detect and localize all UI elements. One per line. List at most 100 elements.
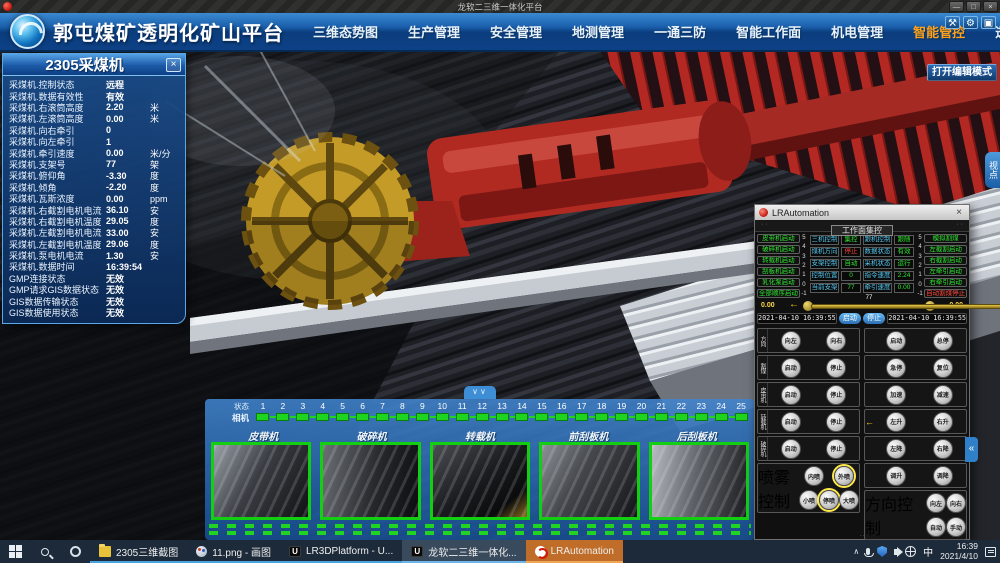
lr-tab-workface[interactable]: 工作面集控 [831, 225, 893, 236]
stack-button[interactable]: 右牵引启动 [924, 278, 967, 287]
taskbar-item[interactable]: 龙软二三维一体化... [402, 540, 525, 563]
menu-item[interactable]: 机电管理 [816, 22, 898, 41]
round-button[interactable]: 启动 [781, 412, 801, 432]
round-button[interactable]: 启动 [781, 358, 801, 378]
tray-date: 2021/4/10 [940, 551, 978, 561]
round-button[interactable]: 复位 [933, 358, 953, 378]
menu-item[interactable]: 安全管理 [475, 22, 557, 41]
close-button[interactable]: × [983, 1, 998, 12]
round-button[interactable]: 减速 [933, 385, 953, 405]
cortana-button[interactable] [60, 540, 90, 563]
pill-stop-button[interactable]: 停止 [863, 313, 885, 324]
round-button[interactable]: 右降 [933, 439, 953, 459]
maximize-button[interactable]: □ [966, 1, 981, 12]
camera-feed[interactable] [320, 442, 420, 520]
round-button[interactable]: 左降 [886, 439, 906, 459]
stack-button[interactable]: 破碎机启动 [757, 245, 800, 254]
round-button[interactable]: 总停 [933, 331, 953, 351]
round-button[interactable]: 停止 [826, 412, 846, 432]
round-button[interactable]: 调升 [886, 466, 906, 486]
stack-button[interactable]: 左截割启动 [924, 245, 967, 254]
camera-feed[interactable] [539, 442, 639, 520]
position-slider[interactable]: 77 [803, 299, 935, 311]
round-button[interactable]: 向右 [946, 493, 966, 513]
round-button[interactable]: 启动 [781, 439, 801, 459]
channel-status-led [416, 413, 429, 421]
round-button[interactable]: 加速 [886, 385, 906, 405]
round-button[interactable]: 停止 [826, 385, 846, 405]
round-button[interactable]: 小喷 [799, 490, 819, 510]
telemetry-value: 2.20 [106, 102, 150, 112]
menu-item[interactable]: 地测管理 [557, 22, 639, 41]
stack-button[interactable]: 皮带机启动 [757, 234, 800, 243]
round-button[interactable]: 外喷 [834, 466, 854, 486]
tray-expand-icon[interactable]: ∧ [853, 547, 859, 556]
shearer-panel: 2305采煤机 × 采煤机.控制状态 远程 采煤机.数据有效性 有效 采煤机.右… [2, 53, 186, 324]
round-button[interactable]: 右升 [933, 412, 953, 432]
stack-button[interactable]: 自动割煤停止 [924, 289, 967, 298]
stack-button[interactable]: 全部顺序启动 [757, 289, 800, 298]
telemetry-unit: 安 [150, 249, 180, 262]
speaker-icon[interactable] [894, 549, 898, 555]
camera-feed[interactable] [430, 442, 530, 520]
network-icon[interactable] [905, 546, 916, 557]
menu-item[interactable]: 三维态势图 [298, 22, 393, 41]
pill-start-button[interactable]: 启动 [839, 313, 861, 324]
minimize-button[interactable]: — [949, 1, 964, 12]
stack-button[interactable]: 模拟割煤 [924, 234, 967, 243]
security-shield-icon[interactable] [877, 546, 887, 557]
collapse-chevron-icon[interactable]: ∨∨ [464, 386, 496, 399]
panel-footer: . . [755, 533, 969, 538]
lr-close-icon[interactable]: × [953, 207, 965, 218]
stack-button[interactable]: 左牵引启动 [924, 267, 967, 276]
gadget-icon[interactable]: ⚙ [963, 16, 978, 29]
stack-button[interactable]: 乳化泵启动 [757, 278, 800, 287]
round-button[interactable]: 停喷 [819, 490, 839, 510]
group-label: 皮带机 [758, 383, 768, 406]
round-button[interactable]: 急停 [886, 358, 906, 378]
main-navbar: 郭屯煤矿透明化矿山平台 三维态势图生产管理安全管理地测管理一通三防智能工作面机电… [0, 13, 1000, 52]
menu-item[interactable]: 智能工作面 [721, 22, 816, 41]
taskbar-search-button[interactable] [30, 540, 60, 563]
channel: 18 [592, 401, 612, 427]
stack-button[interactable]: 右截割启动 [924, 256, 967, 265]
gadget-icon[interactable]: ▣ [981, 16, 996, 29]
shearer-panel-close-icon[interactable]: × [166, 58, 181, 72]
taskbar-item[interactable]: 11.png - 画图 [187, 540, 280, 563]
clock[interactable]: 16:39 2021/4/10 [940, 542, 978, 562]
channel-number: 14 [512, 401, 532, 412]
round-button[interactable]: 停止 [826, 358, 846, 378]
taskbar-item[interactable]: 2305三维截图 [90, 540, 187, 563]
taskbar-item[interactable]: LR3DPlatform - U... [280, 540, 402, 563]
round-button[interactable]: 向左 [781, 331, 801, 351]
channel: 15 [532, 401, 552, 427]
stack-button[interactable]: 刮板机启动 [757, 267, 800, 276]
menu-item[interactable]: 一通三防 [639, 22, 721, 41]
ime-indicator[interactable]: 中 [923, 544, 933, 559]
menu-item[interactable]: 生产管理 [393, 22, 475, 41]
action-center-icon[interactable] [985, 547, 996, 557]
round-button[interactable]: 向右 [826, 331, 846, 351]
viewpoint-tab[interactable]: 视点 [985, 152, 1000, 188]
gadget-icon[interactable]: ⚒ [945, 16, 960, 29]
start-button[interactable] [0, 540, 30, 563]
telemetry-value: 33.00 [106, 228, 150, 238]
camera-label: 转载机 [426, 428, 534, 441]
round-button[interactable]: 左升 [886, 412, 906, 432]
stack-button[interactable]: 转载机启动 [757, 256, 800, 265]
round-button[interactable]: 启动 [886, 331, 906, 351]
channel-number: 1 [253, 401, 273, 412]
camera-feed[interactable] [211, 442, 311, 520]
open-edit-mode-button[interactable]: 打开编辑模式 [927, 64, 997, 81]
round-button[interactable]: 调降 [933, 466, 953, 486]
round-button[interactable]: 启动 [781, 385, 801, 405]
round-button[interactable]: 内喷 [804, 466, 824, 486]
camera-feed[interactable] [649, 442, 749, 520]
round-button[interactable]: 停止 [826, 439, 846, 459]
round-button[interactable]: 向左 [926, 493, 946, 513]
windows-logo-icon [9, 545, 22, 558]
panel-collapse-icon[interactable]: « [965, 437, 978, 462]
microphone-icon[interactable] [866, 548, 870, 555]
round-button[interactable]: 大喷 [839, 490, 859, 510]
taskbar-item[interactable]: LRAutomation [526, 540, 623, 563]
